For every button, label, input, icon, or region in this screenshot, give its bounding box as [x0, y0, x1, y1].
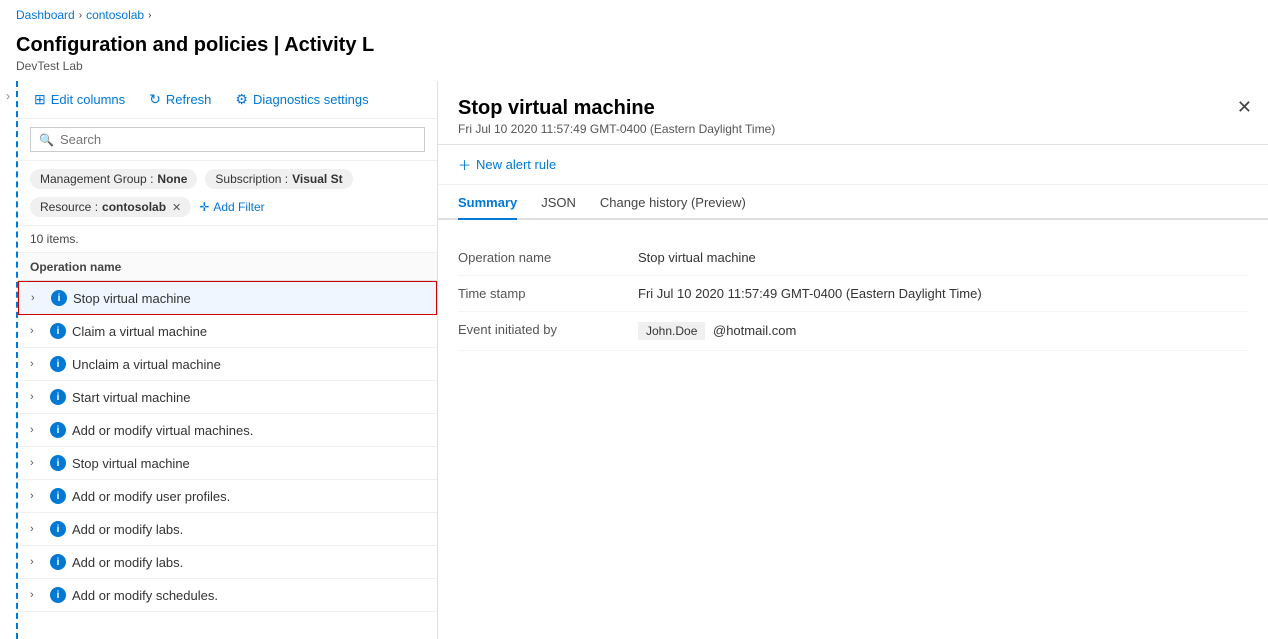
- items-count: 10 items.: [18, 226, 437, 253]
- side-panel-subtitle: Fri Jul 10 2020 11:57:49 GMT-0400 (Easte…: [458, 122, 1248, 136]
- list-item[interactable]: › i Add or modify labs.: [18, 546, 437, 579]
- info-icon: i: [50, 554, 66, 570]
- page-title: Configuration and policies | Activity L: [16, 34, 1252, 57]
- list-area: › i Stop virtual machine › i Claim a virtual …: [18, 281, 437, 639]
- filter-resource: Resource : contosolab ✕: [30, 197, 191, 217]
- expand-icon: ›: [30, 589, 44, 601]
- item-label: Claim a virtual machine: [72, 324, 207, 339]
- info-icon: i: [51, 290, 67, 306]
- filter-subscription: Subscription : Visual St: [205, 169, 352, 189]
- user-name-badge: John.Doe: [638, 322, 705, 340]
- list-item[interactable]: › i Add or modify labs.: [18, 513, 437, 546]
- table-header: Operation name: [18, 253, 437, 281]
- chevron-icon-1: ›: [79, 10, 82, 21]
- right-panel: Stop virtual machine Fri Jul 10 2020 11:…: [438, 81, 1268, 639]
- detail-row-event-initiated: Event initiated by John.Doe @hotmail.com: [458, 312, 1248, 351]
- expand-icon: ›: [30, 391, 44, 403]
- new-alert-bar: ＋ New alert rule: [438, 145, 1268, 185]
- expand-icon: ›: [30, 490, 44, 502]
- item-label: Add or modify virtual machines.: [72, 423, 253, 438]
- diagnostics-icon: ⚙: [235, 91, 248, 108]
- refresh-icon: ↻: [149, 91, 161, 108]
- diagnostics-button[interactable]: ⚙ Diagnostics settings: [231, 89, 372, 110]
- expand-icon: ›: [30, 358, 44, 370]
- detail-value-event-initiated: John.Doe @hotmail.com: [638, 322, 1248, 340]
- expand-icon: ›: [30, 424, 44, 436]
- expand-icon: ›: [31, 292, 45, 304]
- tab-summary[interactable]: Summary: [458, 185, 517, 220]
- info-icon: i: [50, 389, 66, 405]
- info-icon: i: [50, 488, 66, 504]
- info-icon: i: [50, 455, 66, 471]
- search-input[interactable]: [60, 132, 416, 147]
- plus-icon-alert: ＋: [458, 155, 471, 174]
- search-bar: 🔍: [18, 119, 437, 161]
- item-label: Add or modify labs.: [72, 555, 183, 570]
- side-panel-header: Stop virtual machine Fri Jul 10 2020 11:…: [438, 81, 1268, 145]
- list-item[interactable]: › i Add or modify user profiles.: [18, 480, 437, 513]
- add-filter-button[interactable]: ✛ Add Filter: [199, 200, 264, 214]
- list-item[interactable]: › i Unclaim a virtual machine: [18, 348, 437, 381]
- info-icon: i: [50, 422, 66, 438]
- sidebar-collapse-arrow[interactable]: ›: [6, 89, 10, 103]
- toolbar: ⊞ Edit columns ↻ Refresh ⚙ Diagnostics s…: [18, 81, 437, 119]
- refresh-button[interactable]: ↻ Refresh: [145, 89, 215, 110]
- plus-icon: ✛: [199, 200, 209, 214]
- page-subtitle: DevTest Lab: [16, 59, 1252, 73]
- item-label: Add or modify labs.: [72, 522, 183, 537]
- list-item[interactable]: › i Stop virtual machine: [18, 281, 437, 315]
- expand-icon: ›: [30, 457, 44, 469]
- detail-row-operation-name: Operation name Stop virtual machine: [458, 240, 1248, 276]
- column-header-operation-name: Operation name: [30, 260, 121, 274]
- info-icon: i: [50, 356, 66, 372]
- main-container: › ⊞ Edit columns ↻ Refresh ⚙ Diagnostics…: [0, 81, 1268, 639]
- item-label: Stop virtual machine: [73, 291, 191, 306]
- page-header: Configuration and policies | Activity L …: [0, 30, 1268, 81]
- expand-icon: ›: [30, 325, 44, 337]
- list-item[interactable]: › i Claim a virtual machine: [18, 315, 437, 348]
- item-label: Start virtual machine: [72, 390, 191, 405]
- expand-icon: ›: [30, 556, 44, 568]
- list-item[interactable]: › i Stop virtual machine: [18, 447, 437, 480]
- detail-label-timestamp: Time stamp: [458, 286, 638, 301]
- new-alert-rule-button[interactable]: ＋ New alert rule: [458, 155, 556, 174]
- side-panel-title: Stop virtual machine: [458, 97, 1248, 120]
- item-label: Unclaim a virtual machine: [72, 357, 221, 372]
- filter-bar: Management Group : None Subscription : V…: [18, 161, 437, 226]
- left-sidebar: ›: [0, 81, 18, 639]
- info-icon: i: [50, 323, 66, 339]
- item-label: Stop virtual machine: [72, 456, 190, 471]
- breadcrumb-dashboard[interactable]: Dashboard: [16, 8, 75, 22]
- info-icon: i: [50, 521, 66, 537]
- edit-columns-button[interactable]: ⊞ Edit columns: [30, 89, 129, 110]
- item-label: Add or modify schedules.: [72, 588, 218, 603]
- columns-icon: ⊞: [34, 91, 46, 108]
- remove-resource-filter[interactable]: ✕: [172, 201, 181, 214]
- detail-area: Operation name Stop virtual machine Time…: [438, 220, 1268, 371]
- filter-management-group: Management Group : None: [30, 169, 197, 189]
- detail-label-event-initiated: Event initiated by: [458, 322, 638, 337]
- close-button[interactable]: ✕: [1237, 97, 1252, 118]
- info-icon: i: [50, 587, 66, 603]
- tab-json[interactable]: JSON: [541, 185, 576, 220]
- detail-value-operation: Stop virtual machine: [638, 250, 1248, 265]
- tab-change-history-(preview)[interactable]: Change history (Preview): [600, 185, 746, 220]
- search-input-wrap: 🔍: [30, 127, 425, 152]
- tabs: Summary JSON Change history (Preview): [438, 185, 1268, 220]
- detail-value-timestamp: Fri Jul 10 2020 11:57:49 GMT-0400 (Easte…: [638, 286, 1248, 301]
- item-label: Add or modify user profiles.: [72, 489, 230, 504]
- search-icon: 🔍: [39, 133, 54, 147]
- list-item[interactable]: › i Add or modify schedules.: [18, 579, 437, 612]
- expand-icon: ›: [30, 523, 44, 535]
- chevron-icon-2: ›: [148, 10, 151, 21]
- list-item[interactable]: › i Start virtual machine: [18, 381, 437, 414]
- detail-label-operation: Operation name: [458, 250, 638, 265]
- detail-row-timestamp: Time stamp Fri Jul 10 2020 11:57:49 GMT-…: [458, 276, 1248, 312]
- breadcrumb: Dashboard › contosolab ›: [0, 0, 1268, 30]
- left-panel: ⊞ Edit columns ↻ Refresh ⚙ Diagnostics s…: [18, 81, 438, 639]
- user-email-domain: @hotmail.com: [713, 323, 796, 338]
- breadcrumb-contosolab[interactable]: contosolab: [86, 8, 144, 22]
- list-item[interactable]: › i Add or modify virtual machines.: [18, 414, 437, 447]
